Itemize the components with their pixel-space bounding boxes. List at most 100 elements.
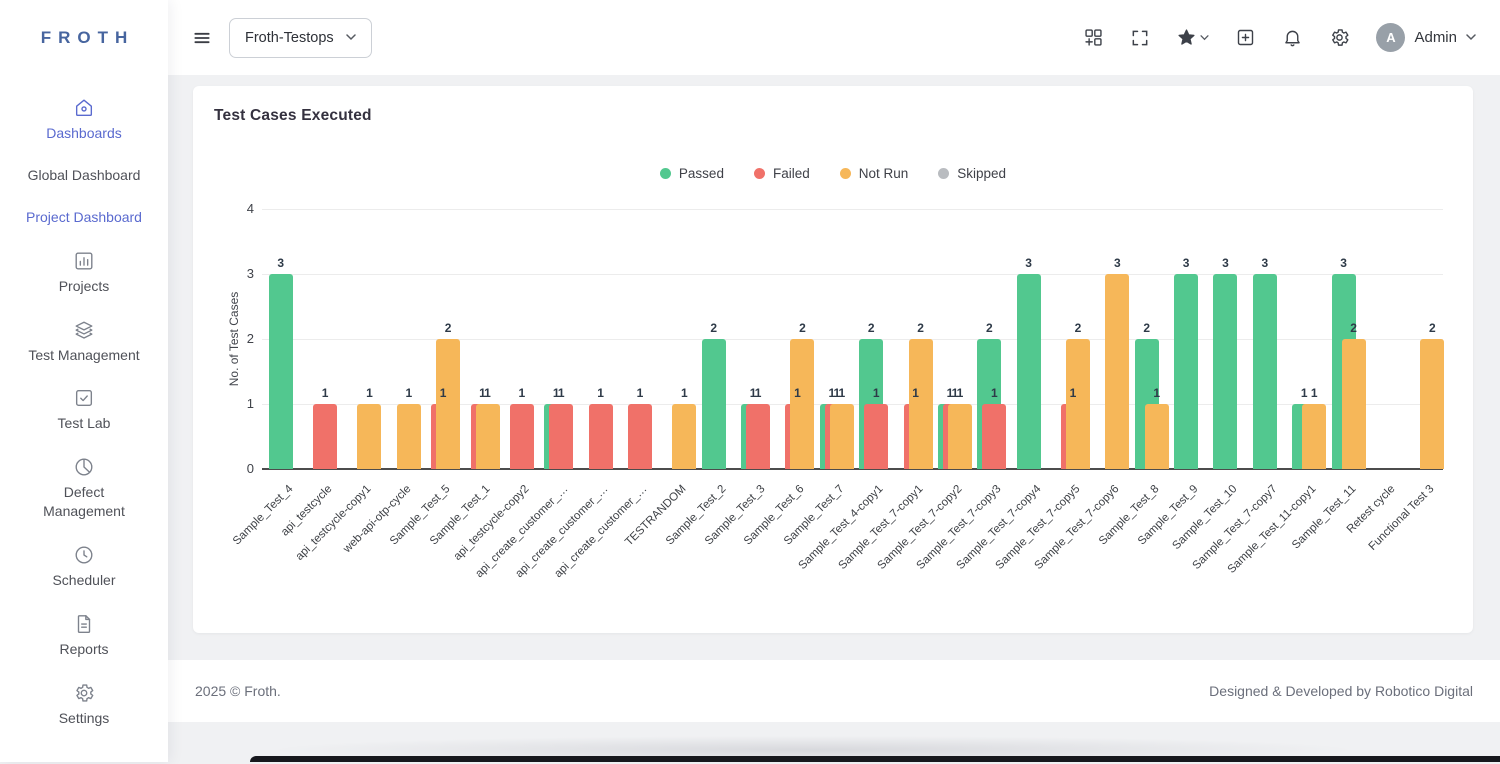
x-axis-label: api_testcycle-copy2: [451, 483, 531, 563]
add-widget-icon[interactable]: [1235, 27, 1256, 48]
bar-not-run[interactable]: [436, 339, 460, 469]
bar-value-label: 3: [1097, 256, 1137, 270]
bar-not-run[interactable]: [790, 339, 814, 469]
top-header: Froth-Testops A Admin: [168, 0, 1500, 75]
main-content: Test Cases Executed PassedFailedNot RunS…: [168, 75, 1500, 660]
bar-failed[interactable]: [589, 404, 613, 469]
sidebar-item-label: Dashboards: [46, 124, 122, 143]
y-tick-3: 3: [218, 266, 254, 281]
sidebar-item-test-management[interactable]: Test Management: [24, 319, 144, 365]
bar-failed[interactable]: [510, 404, 534, 469]
bar-value-label: 3: [1166, 256, 1206, 270]
bar-value-label: 1: [581, 386, 621, 400]
bar-value-label: 1: [305, 386, 345, 400]
bottom-strip: [168, 722, 1500, 762]
bar-not-run[interactable]: [1420, 339, 1444, 469]
bar-not-run[interactable]: [397, 404, 421, 469]
sidebar-item-dashboards[interactable]: Dashboards: [24, 97, 144, 143]
page-footer: 2025 © Froth. Designed & Developed by Ro…: [168, 660, 1500, 722]
bar-value-label: 3: [1245, 256, 1285, 270]
bar-passed[interactable]: [1174, 274, 1198, 469]
notifications-bell-icon[interactable]: [1282, 27, 1303, 48]
x-axis-label: api_testcycle-copy1: [294, 483, 374, 563]
sidebar-item-scheduler[interactable]: Scheduler: [24, 544, 144, 590]
bar-not-run[interactable]: [357, 404, 381, 469]
bar-value-label: 3: [1205, 256, 1245, 270]
bar-value-label: 3: [1324, 256, 1364, 270]
y-tick-4: 4: [218, 201, 254, 216]
project-selector[interactable]: Froth-Testops: [229, 18, 372, 58]
footer-credit: Designed & Developed by Robotico Digital: [1209, 683, 1473, 699]
bar-value-label: 3: [261, 256, 301, 270]
bar-value-label: 1: [738, 386, 778, 400]
chevron-down-icon: [346, 34, 356, 41]
bar-not-run[interactable]: [1342, 339, 1366, 469]
bar-passed[interactable]: [702, 339, 726, 469]
sidebar-item-defect-management[interactable]: Defect Management: [24, 456, 144, 521]
sidebar-item-label: Scheduler: [52, 571, 115, 590]
hamburger-menu-icon[interactable]: [192, 28, 212, 48]
bar-value-label: 1: [1053, 386, 1093, 400]
bar-failed[interactable]: [313, 404, 337, 469]
bar-value-label: 1: [664, 386, 704, 400]
bottom-window-edge: [250, 756, 1500, 762]
sidebar-item-global-dashboard[interactable]: Global Dashboard: [24, 166, 144, 185]
settings-gear-icon[interactable]: [1329, 27, 1350, 48]
user-menu[interactable]: A Admin: [1376, 23, 1476, 52]
bar-not-run[interactable]: [948, 404, 972, 469]
project-selector-value: Froth-Testops: [245, 30, 334, 46]
sidebar-item-label: Defect Management: [24, 483, 144, 521]
bar-passed[interactable]: [1253, 274, 1277, 469]
bar-not-run[interactable]: [909, 339, 933, 469]
bar-not-run[interactable]: [476, 404, 500, 469]
bar-failed[interactable]: [746, 404, 770, 469]
bar-value-label: 1: [620, 386, 660, 400]
y-tick-0: 0: [218, 461, 254, 476]
chart-plot: 012343Sample_Test_41api_testcycle1api_te…: [193, 86, 1473, 633]
bar-not-run[interactable]: [1145, 404, 1169, 469]
bar-passed[interactable]: [1213, 274, 1237, 469]
apps-add-icon[interactable]: [1083, 27, 1104, 48]
file-icon: [73, 613, 95, 635]
bar-value-label: 1: [541, 386, 581, 400]
bar-failed[interactable]: [864, 404, 888, 469]
bar-failed[interactable]: [549, 404, 573, 469]
pie-chart-icon: [73, 456, 95, 478]
check-square-icon: [73, 387, 95, 409]
bar-not-run[interactable]: [672, 404, 696, 469]
bar-not-run[interactable]: [1302, 404, 1326, 469]
app-logo: FROTH: [0, 0, 168, 75]
header-actions: A Admin: [1083, 23, 1476, 52]
sidebar-item-test-lab[interactable]: Test Lab: [24, 387, 144, 433]
bar-failed[interactable]: [628, 404, 652, 469]
sidebar-item-settings[interactable]: Settings: [24, 682, 144, 728]
sidebar-nav: Dashboards Global Dashboard Project Dash…: [0, 75, 168, 728]
sidebar-item-reports[interactable]: Reports: [24, 613, 144, 659]
bar-passed[interactable]: [269, 274, 293, 469]
bar-value-label: 1: [423, 386, 463, 400]
bar-value-label: 2: [782, 321, 822, 335]
bar-not-run[interactable]: [1105, 274, 1129, 469]
bar-value-label: 2: [1058, 321, 1098, 335]
sidebar-item-label: Projects: [59, 277, 110, 296]
sidebar-item-label: Settings: [59, 709, 110, 728]
sidebar-item-label: Project Dashboard: [26, 208, 142, 227]
avatar: A: [1376, 23, 1405, 52]
bar-failed[interactable]: [982, 404, 1006, 469]
bar-not-run[interactable]: [830, 404, 854, 469]
sidebar-item-projects[interactable]: Projects: [24, 250, 144, 296]
x-axis-label: Sample_Test_4: [231, 483, 296, 548]
fullscreen-icon[interactable]: [1130, 28, 1150, 48]
x-axis-label: web-api-otp-cycle: [341, 483, 413, 555]
sidebar-item-label: Test Lab: [58, 414, 111, 433]
sidebar-item-project-dashboard[interactable]: Project Dashboard: [24, 208, 144, 227]
sidebar-item-label: Test Management: [28, 346, 139, 365]
favorites-star-icon[interactable]: [1176, 27, 1209, 48]
chevron-down-icon: [1200, 35, 1209, 41]
bar-value-label: 2: [1412, 321, 1452, 335]
bar-value-label: 2: [851, 321, 891, 335]
bar-passed[interactable]: [1017, 274, 1041, 469]
bar-not-run[interactable]: [1066, 339, 1090, 469]
home-icon: [73, 97, 95, 119]
chevron-down-icon: [1466, 34, 1476, 41]
